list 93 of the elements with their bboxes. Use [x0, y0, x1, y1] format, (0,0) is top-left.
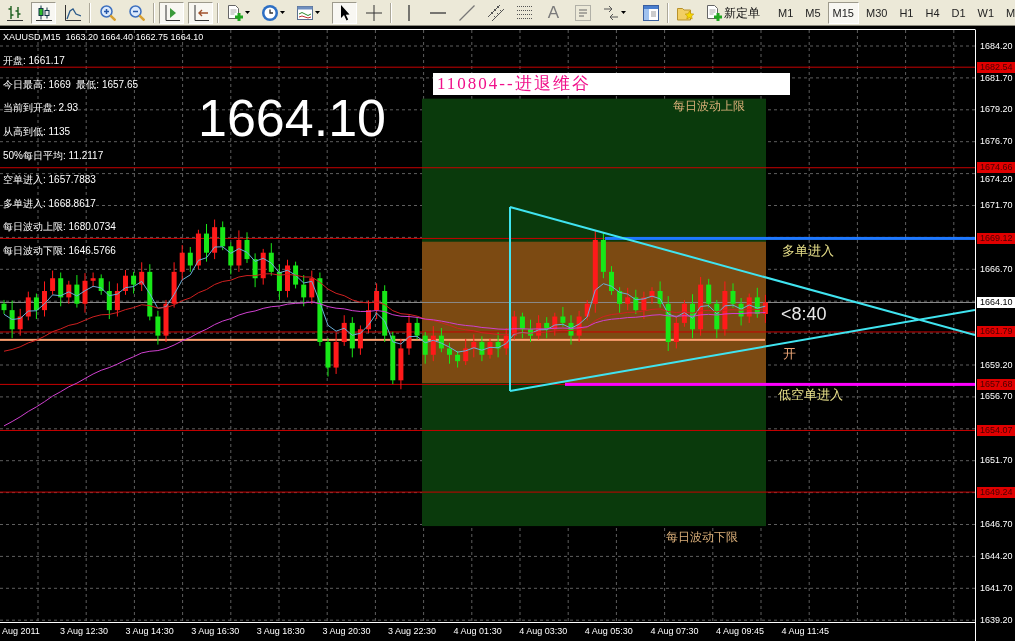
price-tag: 1674.66: [977, 162, 1015, 174]
indicator-info-text: 从高到低: 1135: [3, 126, 72, 139]
price-label: 1681.70: [980, 73, 1013, 85]
indicator-info-text: 每日波动上限: 1680.0734: [3, 221, 117, 234]
timeframe-tab[interactable]: M5: [800, 1, 826, 24]
price-label: 1641.70: [980, 582, 1013, 594]
zoom-out-icon: [128, 4, 145, 21]
auto-scroll-button[interactable]: [188, 1, 213, 24]
price-label: 1659.20: [980, 359, 1013, 371]
time-label: 4 Aug 01:30: [453, 626, 502, 637]
caret-icon: [280, 11, 285, 14]
clock-icon: [262, 4, 278, 21]
price-label: 1684.20: [980, 40, 1013, 52]
time-label: 3 Aug 14:30: [125, 626, 174, 637]
countdown-text: <8:40: [781, 304, 827, 324]
axis-triangle-icon: [163, 4, 180, 21]
document-plus-icon: [227, 4, 243, 21]
indicator-info-text: 50%每日平均: 11.2117: [3, 150, 105, 162]
indicator-info-text: 开盘: 1661.17: [3, 54, 66, 67]
indicator-info-text: 多单进入: 1668.8617: [3, 197, 97, 210]
price-label: 1666.70: [980, 263, 1013, 275]
price-label: 1639.20: [980, 614, 1013, 626]
text-tool-button[interactable]: A: [541, 1, 566, 24]
zone-label: 每日波动下限: [666, 530, 738, 544]
timeframe-tab[interactable]: M1: [773, 1, 799, 24]
timeframe-tab[interactable]: M: [1001, 1, 1015, 24]
axis-arrow-icon: [192, 4, 209, 21]
zoom-in-icon: [99, 4, 116, 21]
entry-label: 多单进入: [782, 243, 834, 258]
timeframe-tab[interactable]: W1: [972, 1, 1000, 24]
price-label: 1656.70: [980, 391, 1013, 403]
time-label: 4 Aug 03:30: [519, 626, 568, 637]
cursor-icon: [339, 4, 350, 21]
candlestick-icon: [35, 4, 52, 21]
crosshair-icon: [365, 4, 382, 21]
time-label: 4 Aug 11:45: [781, 626, 829, 637]
diagonal-line-icon: [458, 4, 475, 21]
document-plus-icon: [706, 4, 722, 21]
timeframe-tab[interactable]: H1: [894, 1, 919, 24]
time-label: 3 Aug 20:30: [322, 626, 371, 637]
cursor-button[interactable]: [332, 1, 357, 24]
timeframe-tab[interactable]: M15: [827, 1, 859, 24]
price-tag: 1649.24: [977, 486, 1015, 498]
price-tag: 1669.12: [977, 232, 1015, 244]
caret-icon: [621, 11, 626, 14]
new-order-button[interactable]: 新定单: [702, 1, 764, 24]
caret-icon: [245, 11, 250, 14]
chart-title-label: 110804--进退维谷: [433, 73, 790, 95]
time-label: 4 Aug 05:30: [584, 626, 633, 637]
indicator-info-text: 空单进入: 1657.7883: [3, 173, 97, 186]
price-label: 1644.20: [980, 550, 1013, 562]
time-label: 3 Aug 16:30: [191, 626, 240, 637]
line-chart-icon: [64, 4, 81, 21]
arrows-icon: [603, 4, 619, 21]
price-label: 1646.70: [980, 519, 1013, 530]
timeframe-tab[interactable]: H4: [920, 1, 945, 24]
horizontal-line-icon: [429, 11, 446, 14]
big-price-text: 1664.10: [198, 92, 386, 144]
price-tag: 1654.07: [977, 424, 1015, 436]
indicator-info-text: 当前到开盘: 2.93: [3, 102, 80, 115]
timeframe-tab[interactable]: M30: [860, 1, 893, 24]
vertical-line-icon: [407, 4, 410, 21]
chart-shift-button[interactable]: [159, 1, 184, 24]
bar-chart-icon: [6, 4, 23, 21]
price-tag: 1657.68: [977, 378, 1015, 390]
wave-window-icon: [297, 4, 313, 21]
indicator-info-text: 每日波动下限: 1646.5766: [3, 245, 117, 258]
hatched-lines-icon: [487, 4, 504, 21]
price-label: 1674.20: [980, 173, 1013, 185]
time-label: 3 Aug 12:30: [60, 626, 109, 637]
text-frame-icon: [574, 4, 591, 21]
price-tag: 1682.54: [977, 61, 1015, 73]
time-label: 3 Aug 22:30: [388, 626, 437, 637]
time-label: Aug 2011: [2, 626, 40, 637]
timeframe-tab[interactable]: D1: [946, 1, 971, 24]
price-label: 1671.70: [980, 200, 1013, 211]
entry-label: 低空单进入: [778, 387, 843, 402]
window-panel-icon: [642, 4, 659, 21]
price-tag: 1661.79: [977, 326, 1015, 338]
indicator-info-text: 今日最高: 1669 最低: 1657.65: [3, 78, 140, 91]
time-label: 4 Aug 07:30: [650, 626, 699, 637]
price-label: 1651.70: [980, 455, 1013, 467]
time-label: 3 Aug 18:30: [256, 626, 305, 637]
price-label: 1676.70: [980, 136, 1013, 148]
open-label: 开: [783, 346, 796, 361]
dotted-lines-icon: [516, 4, 533, 21]
symbol-header: XAUUSD,M15 1663.20 1664.40 1662.75 1664.10: [3, 31, 204, 43]
time-label: 4 Aug 09:45: [716, 626, 765, 637]
bid-price-tag: 1664.10: [977, 296, 1015, 308]
price-label: 1679.20: [980, 104, 1013, 116]
caret-icon: [315, 11, 320, 14]
candlestick-button[interactable]: [31, 1, 56, 24]
zone-label: 每日波动上限: [673, 99, 745, 113]
